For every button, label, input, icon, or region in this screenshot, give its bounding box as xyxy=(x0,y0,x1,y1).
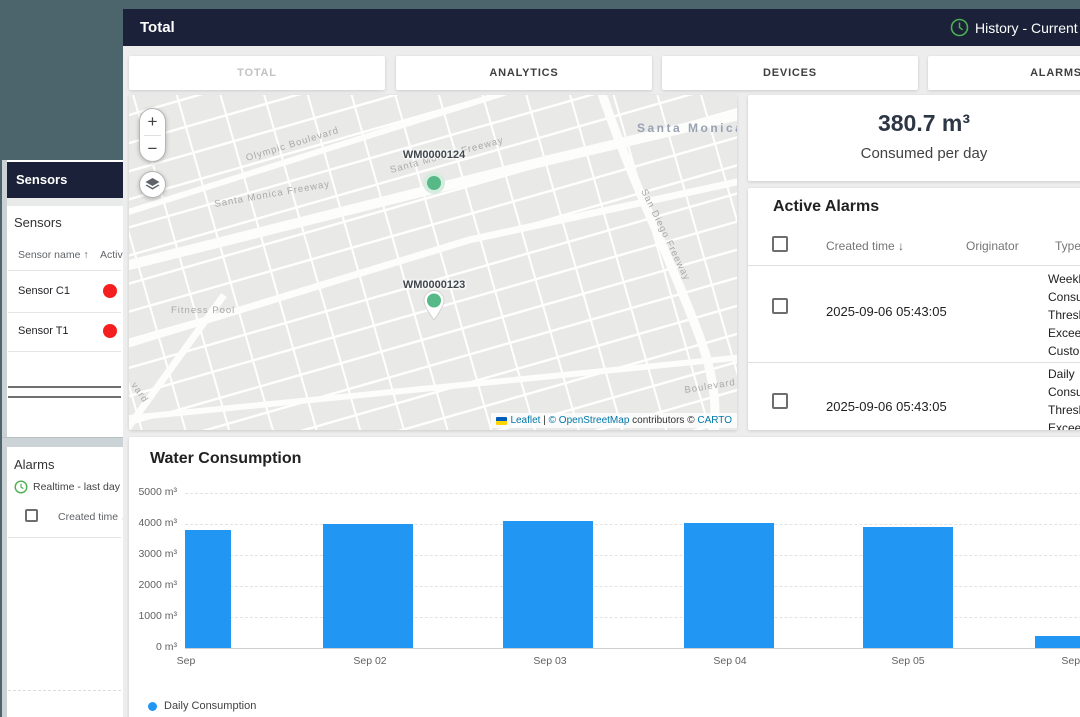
alarm-created-time: 2025-09-06 05:43:05 xyxy=(826,399,947,414)
x-axis-tick: Sep 04 xyxy=(713,655,747,667)
column-header-created-time[interactable]: Created time ↓ xyxy=(58,511,126,523)
bar-sep-03[interactable] xyxy=(503,521,593,648)
layers-icon xyxy=(145,178,160,190)
row-checkbox[interactable] xyxy=(772,298,788,314)
x-axis-tick: Sep 02 xyxy=(353,655,387,667)
divider xyxy=(8,537,121,538)
sensors-window: Sensors Sensors Sensor name ↑ Active Sen… xyxy=(2,160,129,717)
alarms-panel-title: Alarms xyxy=(14,457,55,472)
gridline xyxy=(185,648,1080,649)
column-header-type[interactable]: Type xyxy=(1055,239,1080,253)
sensor-row[interactable]: Sensor C1 xyxy=(2,271,123,312)
desktop: Sensors Sensors Sensor name ↑ Active Sen… xyxy=(0,0,1080,717)
y-axis-tick: 0 m³ xyxy=(156,641,177,653)
map-marker-label: WM0000124 xyxy=(402,149,466,161)
timewindow-label: Realtime - last day xyxy=(33,481,120,493)
y-axis-tick: 4000 m³ xyxy=(138,517,177,529)
widget-separator xyxy=(2,437,123,447)
sensor-name: Sensor T1 xyxy=(18,325,69,337)
map-zoom-control: + − xyxy=(139,108,166,162)
x-axis-tick: Sep 05 xyxy=(891,655,925,667)
alarms-timewindow-button[interactable]: Realtime - last day xyxy=(14,480,120,494)
consumption-value: 380.7 m³ xyxy=(877,110,971,136)
zoom-in-button[interactable]: + xyxy=(140,109,165,135)
alarm-created-time: 2025-09-06 05:43:05 xyxy=(826,304,947,319)
alarm-row[interactable]: 2025-09-06 05:43:05 Daily Consumption Th… xyxy=(748,363,1080,430)
x-axis-tick: Sep 03 xyxy=(533,655,567,667)
map-layers-button[interactable] xyxy=(139,171,166,198)
clock-icon xyxy=(14,480,28,494)
x-axis-tick: Sep xyxy=(176,655,196,667)
sort-desc-icon: ↓ xyxy=(898,239,905,253)
consumed-per-day-widget: 380.7 m³ Consumed per day xyxy=(748,95,1080,181)
bar-chart-plot: 0 m³ 1000 m³ 2000 m³ 3000 m³ 4000 m³ 5000 m³ S… xyxy=(129,437,1080,677)
active-alarms-widget: Active Alarms Created time ↓ Originator … xyxy=(748,188,1080,430)
dashboard-header: Total History - Current xyxy=(123,9,1080,46)
sensor-row[interactable]: Sensor T1 xyxy=(2,313,123,351)
dashboard-title: Total xyxy=(140,19,175,36)
zoom-out-button[interactable]: − xyxy=(140,136,165,161)
timewindow-button[interactable]: History - Current xyxy=(950,9,1078,46)
x-axis-tick: Sep 06 xyxy=(1061,655,1080,667)
legend-dot-icon xyxy=(148,701,157,711)
tab-analytics[interactable]: ANALYTICS xyxy=(396,56,652,90)
horizontal-scrollbar[interactable] xyxy=(8,386,121,398)
bar-sep-04[interactable] xyxy=(684,523,774,648)
timewindow-label: History - Current xyxy=(975,19,1078,36)
sort-asc-icon: ↑ xyxy=(83,249,89,261)
map-tiles: Olympic Boulevard Santa Monica Freeway S… xyxy=(129,95,737,430)
sensor-inactive-dot xyxy=(103,324,117,338)
row-checkbox[interactable] xyxy=(772,393,788,409)
clock-icon xyxy=(950,18,969,37)
alarm-row[interactable]: 2025-09-06 05:43:05 Weekly Consumption T… xyxy=(748,266,1080,362)
poi-label: Fitness Pool xyxy=(171,305,235,316)
select-all-checkbox[interactable] xyxy=(25,509,38,522)
sensors-panel-title: Sensors xyxy=(14,215,62,230)
y-axis-tick: 5000 m³ xyxy=(138,486,177,498)
y-axis-tick: 2000 m³ xyxy=(138,579,177,591)
sensors-window-toolbar xyxy=(7,198,123,206)
chart-legend[interactable]: Daily Consumption xyxy=(148,700,256,712)
carto-link[interactable]: CARTO xyxy=(697,415,732,426)
alarm-type: Weekly Consumption Threshold Exceeded Cu… xyxy=(1048,272,1080,358)
bar-sep[interactable] xyxy=(185,530,231,648)
y-axis-tick: 3000 m³ xyxy=(138,548,177,560)
column-header-created-time[interactable]: Created time ↓ xyxy=(826,239,904,253)
bar-sep-02[interactable] xyxy=(323,524,413,648)
consumption-label: Consumed per day xyxy=(860,145,988,162)
ukraine-flag-icon xyxy=(496,416,508,425)
active-alarms-title: Active Alarms xyxy=(773,198,880,215)
map-marker-wm0000124[interactable] xyxy=(427,176,441,190)
gridline xyxy=(185,524,1080,525)
column-header-originator[interactable]: Originator xyxy=(966,239,1019,253)
tab-devices[interactable]: DEVICES xyxy=(662,56,918,90)
y-axis-tick: 1000 m³ xyxy=(138,610,177,622)
city-label: Santa Monica xyxy=(637,121,737,135)
divider xyxy=(8,690,121,691)
leaflet-link[interactable]: Leaflet xyxy=(510,415,540,426)
column-header-sensor-name[interactable]: Sensor name ↑ xyxy=(18,249,89,261)
tab-alarms[interactable]: ALARMS xyxy=(928,56,1080,90)
bar-sep-05[interactable] xyxy=(863,527,953,648)
select-all-checkbox[interactable] xyxy=(772,236,788,252)
dashboard-window: Total History - Current TOTAL ANALYTICS … xyxy=(123,9,1080,717)
water-consumption-widget: Water Consumption 0 m³ 1000 m³ 2000 m³ 3000… xyxy=(129,437,1080,717)
map-widget[interactable]: Olympic Boulevard Santa Monica Freeway S… xyxy=(129,95,737,430)
divider xyxy=(8,351,121,352)
gridline xyxy=(185,493,1080,494)
attribution-text: contributors © xyxy=(632,415,695,426)
legend-label: Daily Consumption xyxy=(164,700,257,712)
sensors-window-titlebar[interactable]: Sensors xyxy=(7,162,123,198)
tab-total[interactable]: TOTAL xyxy=(129,56,385,90)
sensor-inactive-dot xyxy=(103,284,117,298)
alarm-type: Daily Consumption Threshold Exceeded xyxy=(1048,367,1080,430)
bar-sep-06[interactable] xyxy=(1035,636,1080,648)
map-marker-wm0000123[interactable] xyxy=(421,289,447,322)
sensor-name: Sensor C1 xyxy=(18,285,70,297)
openstreetmap-link[interactable]: © OpenStreetMap xyxy=(549,415,630,426)
map-attribution: Leaflet | © OpenStreetMap contributors ©… xyxy=(491,413,737,428)
